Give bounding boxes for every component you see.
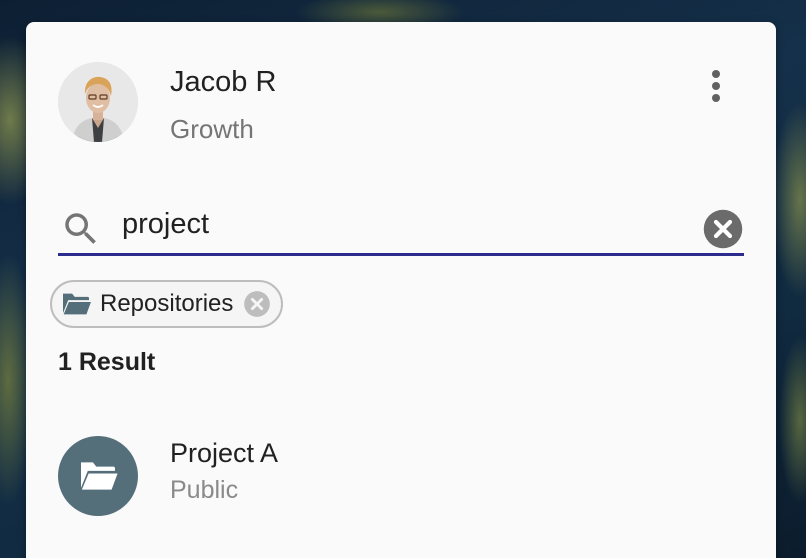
search-bar	[58, 196, 744, 256]
result-text: Project A Public	[170, 436, 278, 506]
clear-search-button[interactable]	[702, 208, 744, 250]
profile-text: Jacob R Growth	[170, 62, 276, 146]
user-photo-icon	[58, 62, 138, 142]
result-subtitle: Public	[170, 476, 239, 504]
user-role: Growth	[170, 114, 254, 144]
filter-chip-repositories[interactable]: Repositories	[50, 280, 284, 328]
more-vert-icon	[712, 70, 720, 102]
search-icon	[65, 213, 96, 244]
list-item[interactable]: Project A Public	[58, 436, 744, 520]
search-input[interactable]	[122, 202, 662, 246]
result-title: Project A	[170, 438, 279, 468]
user-profile: Jacob R Growth	[58, 62, 276, 146]
user-name: Jacob R	[170, 66, 277, 98]
results-count: 1 Result	[58, 348, 156, 376]
folder-open-icon	[81, 462, 118, 490]
chip-label: Repositories	[100, 290, 234, 317]
result-avatar	[58, 436, 138, 516]
avatar	[58, 62, 138, 142]
folder-open-icon	[63, 293, 91, 315]
more-options-button[interactable]	[696, 66, 736, 106]
search-panel: Jacob R Growth Repositories 1 Res	[26, 22, 776, 558]
remove-filter-button[interactable]	[243, 290, 271, 318]
